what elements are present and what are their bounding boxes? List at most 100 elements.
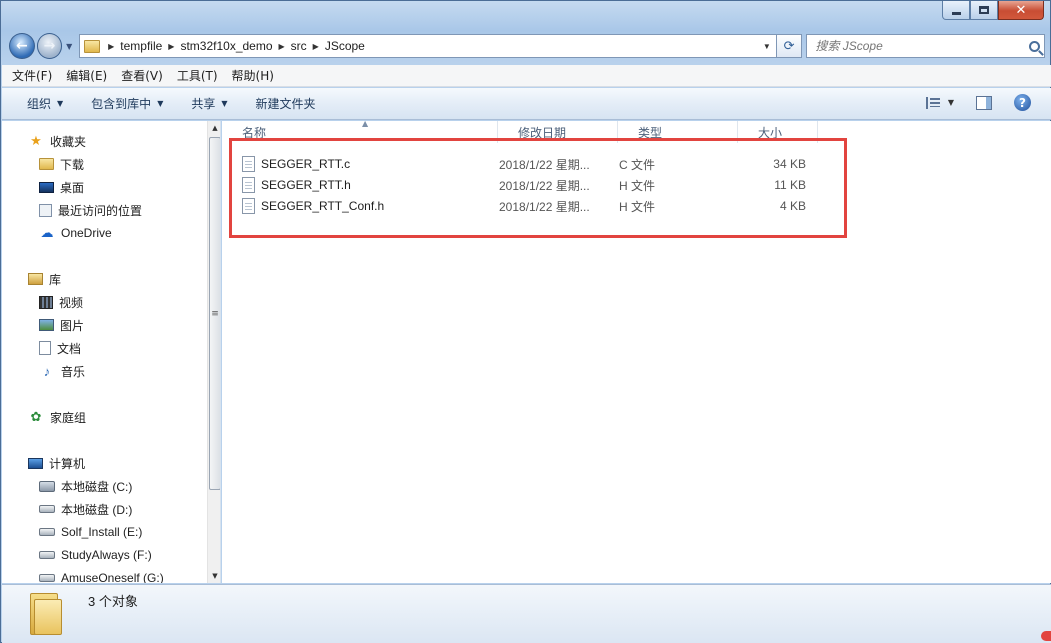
organize-label: 组织	[27, 97, 52, 111]
document-icon	[39, 341, 51, 355]
sidebar-item-label: OneDrive	[61, 226, 112, 240]
system-drive-icon	[39, 480, 55, 492]
menu-tools[interactable]: 工具(T)	[177, 67, 218, 84]
drive-icon	[39, 551, 55, 559]
breadcrumb-jscope[interactable]: JScope	[325, 39, 365, 53]
breadcrumb-tempfile[interactable]: tempfile	[120, 39, 162, 53]
include-in-library-label: 包含到库中	[91, 97, 152, 111]
sidebar-item-label: 本地磁盘 (C:)	[61, 479, 133, 494]
back-button[interactable]: ←	[9, 33, 35, 59]
sidebar-item-drive-g[interactable]: AmuseOneself (G:)	[2, 568, 164, 583]
details-pane: 3 个对象	[2, 584, 1051, 643]
chevron-down-icon: ▼	[57, 99, 64, 108]
sidebar-item-pictures[interactable]: 图片	[2, 315, 84, 335]
sidebar-item-label: 音乐	[61, 364, 86, 379]
folder-icon	[84, 39, 101, 53]
library-icon	[28, 273, 43, 285]
scroll-down-icon[interactable]: ▼	[208, 569, 220, 583]
sidebar-item-desktop[interactable]: 桌面	[2, 177, 84, 197]
address-bar[interactable]: ▶ tempfile ▶ stm32f10x_demo ▶ src ▶ JSco…	[79, 34, 777, 58]
sidebar-libraries[interactable]: 库	[2, 269, 61, 289]
sidebar-item-videos[interactable]: 视频	[2, 292, 83, 312]
sidebar-item-onedrive[interactable]: ☁ OneDrive	[2, 223, 112, 243]
sidebar-item-documents[interactable]: 文档	[2, 338, 81, 358]
sidebar-libraries-label: 库	[49, 272, 62, 287]
menu-help[interactable]: 帮助(H)	[232, 67, 274, 84]
scroll-up-icon[interactable]: ▲	[208, 121, 220, 135]
recent-pages-dropdown[interactable]: ▼	[63, 42, 75, 51]
preview-pane-icon[interactable]	[976, 95, 992, 110]
picture-icon	[39, 319, 54, 331]
explorer-window: ✕ ← → ▼ ▶ tempfile ▶ stm32f10x_demo ▶ sr…	[0, 0, 1051, 643]
sidebar-item-label: 视频	[59, 295, 84, 310]
navigation-scrollbar[interactable]: ▲ ≡ ▼	[207, 121, 220, 583]
refresh-button[interactable]: ⟳	[776, 34, 803, 58]
annotation-highlight-box	[229, 138, 847, 238]
sidebar-item-label: Solf_Install (E:)	[61, 525, 143, 539]
search-input[interactable]	[815, 39, 1028, 53]
sidebar-item-label: 本地磁盘 (D:)	[61, 502, 133, 517]
forward-button[interactable]: →	[36, 33, 63, 59]
sidebar-item-label: 桌面	[60, 180, 85, 195]
sidebar-item-drive-f[interactable]: StudyAlways (F:)	[2, 545, 152, 565]
minimize-button[interactable]	[942, 1, 970, 20]
caption-buttons: ✕	[942, 1, 1044, 20]
sidebar-homegroup[interactable]: ✿ 家庭组	[2, 407, 86, 427]
share-label: 共享	[191, 97, 216, 111]
menu-view[interactable]: 查看(V)	[121, 67, 163, 84]
sidebar-computer-label: 计算机	[49, 456, 86, 471]
views-dropdown[interactable]: ▼	[948, 98, 954, 107]
navigation-bar: ← → ▼ ▶ tempfile ▶ stm32f10x_demo ▶ src …	[9, 32, 1045, 60]
share-button[interactable]: 共享 ▼	[191, 95, 227, 112]
views-icon[interactable]	[925, 96, 942, 109]
video-icon	[39, 295, 53, 309]
item-count: 3 个对象	[88, 594, 138, 609]
breadcrumb-src[interactable]: src	[291, 39, 307, 53]
chevron-right-icon[interactable]: ▶	[279, 42, 285, 51]
menu-file[interactable]: 文件(F)	[12, 67, 52, 84]
recent-places-icon	[39, 203, 52, 217]
new-folder-button[interactable]: 新建文件夹	[256, 95, 316, 112]
address-history-dropdown[interactable]: ▼	[758, 35, 776, 57]
breadcrumb-stm32f10x-demo[interactable]: stm32f10x_demo	[180, 39, 272, 53]
view-controls: ▼ ?	[925, 94, 1031, 111]
sidebar-item-drive-c[interactable]: 本地磁盘 (C:)	[2, 476, 132, 496]
chevron-right-icon[interactable]: ▶	[313, 42, 319, 51]
sidebar-item-music[interactable]: ♪ 音乐	[2, 361, 85, 381]
sidebar-favorites[interactable]: ★ 收藏夹	[2, 131, 86, 151]
arrow-left-icon: ←	[15, 38, 28, 54]
sidebar-item-drive-d[interactable]: 本地磁盘 (D:)	[2, 499, 132, 519]
minimize-icon	[951, 11, 961, 15]
homegroup-icon: ✿	[30, 409, 42, 424]
chevron-right-icon[interactable]: ▶	[108, 42, 114, 51]
menu-edit[interactable]: 编辑(E)	[66, 67, 107, 84]
close-button[interactable]: ✕	[998, 1, 1044, 20]
scrollbar-thumb[interactable]: ≡	[209, 137, 220, 490]
file-list-pane: 名称 ▲ 修改日期 类型 大小 SEGGER_RTT.c 2018/1/22 星…	[222, 119, 1051, 583]
help-icon[interactable]: ?	[1014, 94, 1031, 111]
organize-button[interactable]: 组织 ▼	[27, 95, 63, 112]
chevron-right-icon[interactable]: ▶	[168, 42, 174, 51]
maximize-button[interactable]	[970, 1, 998, 20]
refresh-icon: ⟳	[783, 38, 795, 54]
desktop-icon	[39, 181, 54, 193]
cloud-icon: ☁	[40, 225, 54, 240]
sidebar-item-label: 下载	[60, 157, 85, 172]
downloads-folder-icon	[39, 158, 54, 170]
search-icon[interactable]	[1029, 40, 1041, 52]
sidebar-item-recent-places[interactable]: 最近访问的位置	[2, 200, 142, 220]
drive-icon	[39, 574, 55, 582]
maximize-icon	[979, 6, 989, 14]
folder-icon	[28, 593, 62, 635]
drive-icon	[39, 528, 55, 536]
drive-icon	[39, 505, 55, 513]
star-icon: ★	[30, 133, 42, 148]
sidebar-computer[interactable]: 计算机	[2, 453, 85, 473]
sidebar-item-label: 最近访问的位置	[58, 203, 143, 218]
sidebar-item-downloads[interactable]: 下载	[2, 154, 84, 174]
include-in-library-button[interactable]: 包含到库中 ▼	[91, 95, 163, 112]
command-bar: 组织 ▼ 包含到库中 ▼ 共享 ▼ 新建文件夹 ▼ ?	[2, 88, 1051, 120]
computer-icon	[28, 457, 43, 469]
sidebar-item-drive-e[interactable]: Solf_Install (E:)	[2, 522, 142, 542]
sidebar-homegroup-label: 家庭组	[50, 410, 87, 425]
